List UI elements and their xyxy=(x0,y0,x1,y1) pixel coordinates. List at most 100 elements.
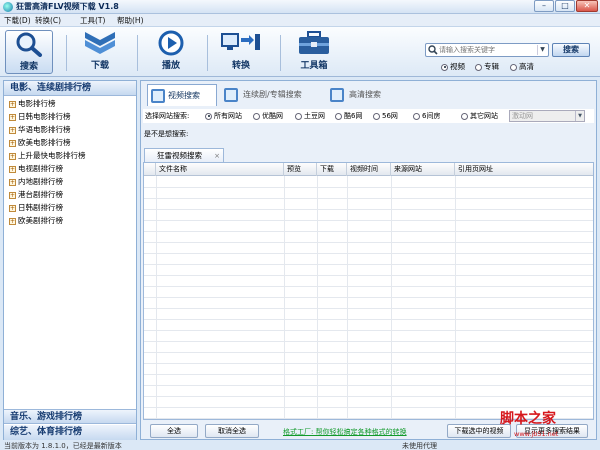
search-type-hd[interactable]: 高清 xyxy=(510,61,534,72)
toolbox-icon xyxy=(299,31,329,54)
site-filter-row: 选择网站搜索: 所有网站 优酷网 土豆网 酷6网 56网 6间房 其它网站 激动… xyxy=(143,109,594,123)
col-file-name[interactable]: 文件名称 xyxy=(156,163,284,176)
sidebar-item-western-movie[interactable]: + 欧美电影排行榜 xyxy=(9,137,71,149)
section-variety-sports[interactable]: 综艺、体育排行榜 xyxy=(4,425,136,440)
other-site-select[interactable]: 激动网 ▼ xyxy=(509,110,585,122)
search-type-video-label: 视频 xyxy=(450,62,465,71)
chevron-down-icon: ▼ xyxy=(575,111,584,121)
sidebar-item-movie-rank[interactable]: + 电影排行榜 xyxy=(9,98,56,110)
col-source-site[interactable]: 来源网站 xyxy=(391,163,455,176)
section-music-games[interactable]: 音乐、游戏排行榜 xyxy=(4,409,136,424)
grid-column-line xyxy=(455,176,456,419)
menu-download[interactable]: 下载(D) xyxy=(4,15,31,26)
sidebar-item-tv-rank[interactable]: + 电视剧排行榜 xyxy=(9,163,63,175)
grid-row-line xyxy=(144,308,593,309)
close-button[interactable]: ✕ xyxy=(576,0,598,12)
menu-help[interactable]: 帮助(H) xyxy=(117,15,144,26)
sidebar-item-label: 日韩电影排行榜 xyxy=(18,112,71,121)
tool-search-button[interactable]: 搜索 xyxy=(5,30,53,74)
toolbar-divider xyxy=(137,35,138,71)
grid-row-line xyxy=(144,341,593,342)
search-input[interactable] xyxy=(439,44,535,56)
search-type-album-label: 专辑 xyxy=(484,62,499,71)
grid-row-line xyxy=(144,330,593,331)
toolbar-divider xyxy=(66,35,67,71)
tool-convert-button[interactable]: 转换 xyxy=(217,30,265,74)
ranking-sidebar: 电影、连续剧排行榜 + 电影排行榜 + 日韩电影排行榜 + 华语电影排行榜 + 欧美电影… xyxy=(3,80,137,440)
site-option-ku6[interactable]: 酷6网 xyxy=(335,109,362,123)
grid-row-line xyxy=(144,231,593,232)
site-option-youku[interactable]: 优酷网 xyxy=(253,109,283,123)
tab-series-search-label: 连续剧/专辑搜索 xyxy=(243,90,302,99)
toolbar-divider xyxy=(280,35,281,71)
sidebar-item-jp-kr-movie[interactable]: + 日韩电影排行榜 xyxy=(9,111,71,123)
grid-row-line xyxy=(144,396,593,397)
grid-column-line xyxy=(347,176,348,419)
title-bar[interactable]: 狂雷高清FLV视频下载 V1.8 – □ ✕ xyxy=(0,0,600,14)
menu-tools[interactable]: 工具(T) xyxy=(80,15,105,26)
results-table: 文件名称 预览 下载 视频时间 来源网站 引用页网址 xyxy=(143,162,594,420)
sidebar-item-rising-movie[interactable]: + 上升最快电影排行榜 xyxy=(9,150,86,162)
sidebar-item-western-tv[interactable]: + 欧美剧排行榜 xyxy=(9,215,63,227)
radio-icon xyxy=(413,112,420,120)
grid-column-line xyxy=(317,176,318,419)
col-duration[interactable]: 视频时间 xyxy=(347,163,391,176)
app-window: 狂雷高清FLV视频下载 V1.8 – □ ✕ 下载(D) 转换(C) 工具(T)… xyxy=(0,0,600,450)
search-type-album[interactable]: 专辑 xyxy=(475,61,499,72)
row-indicator-header xyxy=(144,163,156,176)
tool-play-button[interactable]: 播放 xyxy=(148,30,194,74)
maximize-button[interactable]: □ xyxy=(555,0,575,12)
grid-column-line xyxy=(156,176,157,419)
tab-hd-search[interactable]: 高清搜索 xyxy=(327,84,407,106)
radio-icon xyxy=(461,112,468,120)
col-preview[interactable]: 预览 xyxy=(284,163,317,176)
site-option-56[interactable]: 56网 xyxy=(373,109,398,123)
grid-row-line xyxy=(144,220,593,221)
sidebar-item-chinese-movie[interactable]: + 华语电影排行榜 xyxy=(9,124,71,136)
site-option-label: 所有网站 xyxy=(214,112,242,120)
expand-icon: + xyxy=(9,139,16,147)
site-option-other[interactable]: 其它网站 xyxy=(461,109,498,123)
format-factory-link[interactable]: 格式工厂: 帮你轻松搞定各种格式的转换 xyxy=(283,427,407,437)
col-page-url[interactable]: 引用页网址 xyxy=(455,163,593,176)
tab-video-search[interactable]: 视频搜索 xyxy=(147,84,217,106)
site-option-tudou[interactable]: 土豆网 xyxy=(295,109,325,123)
radio-icon xyxy=(205,112,212,120)
status-bar: 当前版本为 1.8.1.0，已经是最新版本 未使用代理 xyxy=(0,442,600,450)
site-option-all[interactable]: 所有网站 xyxy=(205,109,242,123)
section-movie-series[interactable]: 电影、连续剧排行榜 xyxy=(4,81,136,96)
tool-play-label: 播放 xyxy=(161,61,180,71)
menu-convert[interactable]: 转换(C) xyxy=(35,15,61,26)
grid-row-line xyxy=(144,253,593,254)
tool-toolbox-button[interactable]: 工具箱 xyxy=(290,30,338,74)
deselect-all-button[interactable]: 取消全选 xyxy=(205,424,259,438)
chevron-down-icon[interactable]: ▼ xyxy=(537,45,547,55)
select-all-button[interactable]: 全选 xyxy=(150,424,198,438)
site-option-6rooms[interactable]: 6间房 xyxy=(413,109,440,123)
search-button[interactable]: 搜索 xyxy=(552,43,590,57)
sidebar-item-label: 电影排行榜 xyxy=(18,99,56,108)
grid-row-line xyxy=(144,209,593,210)
radio-icon xyxy=(253,112,260,120)
expand-icon: + xyxy=(9,100,16,108)
search-box[interactable]: ▼ xyxy=(425,43,549,57)
search-icon xyxy=(16,32,42,57)
tab-series-search[interactable]: 连续剧/专辑搜索 xyxy=(221,84,321,106)
radio-icon xyxy=(441,63,448,71)
site-filter-label: 选择网站搜索: xyxy=(145,112,190,120)
col-download[interactable]: 下载 xyxy=(317,163,347,176)
search-type-video[interactable]: 视频 xyxy=(441,61,465,72)
sidebar-item-jp-kr-tv[interactable]: + 日韩剧排行榜 xyxy=(9,202,63,214)
main-panel: 视频搜索 连续剧/专辑搜索 高清搜索 选择网站搜索: 所有网站 优酷网 土豆网 … xyxy=(140,80,597,440)
sidebar-item-hk-tw-tv[interactable]: + 港台剧排行榜 xyxy=(9,189,63,201)
minimize-button[interactable]: – xyxy=(534,0,554,12)
tool-search-label: 搜索 xyxy=(19,62,38,72)
search-type-hd-label: 高清 xyxy=(519,62,534,71)
site-option-label: 土豆网 xyxy=(304,112,325,120)
close-tab-icon[interactable]: × xyxy=(214,149,220,163)
tab-hd-search-label: 高清搜索 xyxy=(349,90,381,99)
tool-download-button[interactable]: 下载 xyxy=(77,30,123,74)
radio-icon xyxy=(510,63,517,71)
sidebar-item-mainland-tv[interactable]: + 内地剧排行榜 xyxy=(9,176,63,188)
result-tab[interactable]: 狂雷视频搜索 × xyxy=(144,148,224,162)
